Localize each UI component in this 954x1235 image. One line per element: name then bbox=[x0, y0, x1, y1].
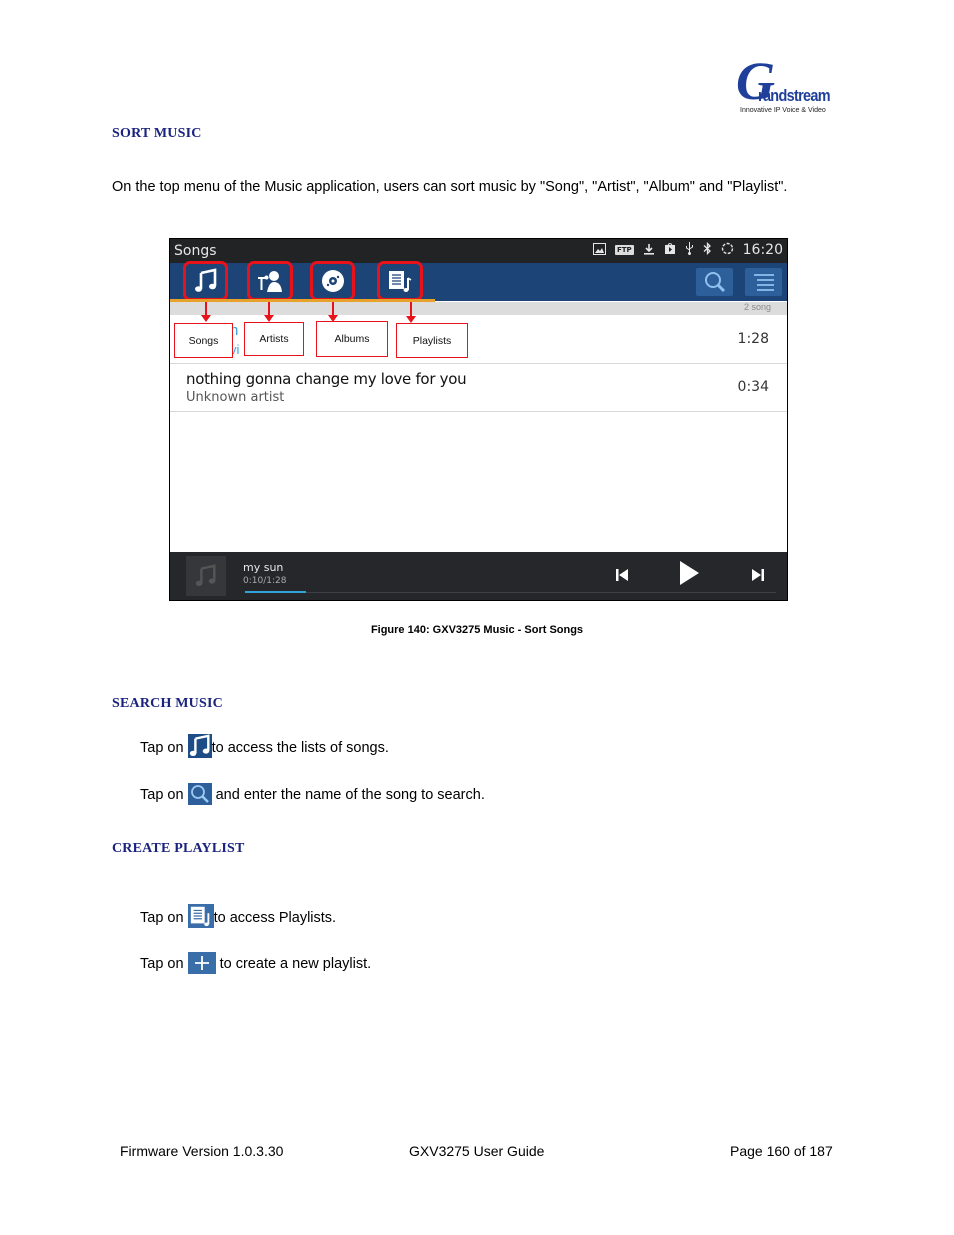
app-title: Songs bbox=[174, 243, 217, 259]
usb-icon bbox=[685, 242, 694, 258]
step-suffix: to access Playlists. bbox=[213, 910, 337, 926]
callout-arrow-albums bbox=[329, 302, 337, 322]
store-icon bbox=[664, 242, 676, 258]
footer-page-number: Page 160 of 187 bbox=[730, 1143, 833, 1159]
logo-wordmark: randstream bbox=[758, 86, 831, 105]
heading-sort-music: SORT MUSIC bbox=[112, 126, 202, 141]
music-note-icon bbox=[195, 564, 216, 586]
tab-toolbar bbox=[170, 261, 787, 301]
progress-track[interactable] bbox=[245, 592, 776, 593]
tab-playlists[interactable] bbox=[377, 261, 423, 301]
album-icon bbox=[321, 270, 344, 292]
music-note-icon bbox=[187, 734, 212, 758]
callout-songs: Songs bbox=[174, 323, 233, 358]
grandstream-logo: G randstream Innovative IP Voice & Video bbox=[736, 54, 836, 118]
status-bar: Songs FTP 16:20 bbox=[170, 239, 787, 263]
song-count-bar: 2 song bbox=[170, 302, 787, 315]
tab-albums[interactable] bbox=[310, 261, 355, 301]
callout-arrow-playlists bbox=[407, 302, 415, 323]
song-duration: 1:28 bbox=[737, 331, 769, 347]
download-icon bbox=[643, 243, 655, 258]
song-duration: 0:34 bbox=[737, 379, 769, 395]
figure-caption: Figure 140: GXV3275 Music - Sort Songs bbox=[370, 624, 584, 636]
step-suffix: to access the lists of songs. bbox=[211, 740, 389, 756]
footer-firmware: Firmware Version 1.0.3.30 bbox=[120, 1143, 284, 1159]
heading-create-playlist: CREATE PLAYLIST bbox=[112, 841, 245, 856]
footer-guide-title: GXV3275 User Guide bbox=[409, 1143, 545, 1159]
skip-next-icon bbox=[752, 569, 764, 581]
song-count: 2 song bbox=[743, 302, 771, 312]
search-step-2: Tap on and enter the name of the song to… bbox=[140, 783, 485, 805]
callout-arrow-artists bbox=[265, 302, 273, 322]
next-button[interactable] bbox=[746, 563, 770, 587]
callout-albums: Albums bbox=[316, 321, 388, 357]
step-prefix: Tap on bbox=[140, 956, 184, 972]
bluetooth-icon bbox=[703, 241, 712, 258]
play-icon bbox=[680, 561, 699, 585]
step-suffix: to create a new playlist. bbox=[219, 956, 372, 972]
playlist-step-2: Tap on to create a new playlist. bbox=[140, 952, 371, 974]
menu-button[interactable] bbox=[745, 268, 782, 296]
playlist-icon bbox=[187, 904, 214, 928]
player-title: my sun bbox=[243, 561, 284, 574]
step-prefix: Tap on bbox=[140, 740, 184, 756]
status-icons: FTP 16:20 bbox=[592, 241, 783, 258]
step-prefix: Tap on bbox=[140, 787, 184, 803]
plus-icon bbox=[187, 952, 216, 974]
step-suffix: and enter the name of the song to search… bbox=[215, 787, 485, 803]
playlist-step-1: Tap on to access Playlists. bbox=[140, 904, 336, 928]
album-art bbox=[186, 556, 226, 596]
music-note-icon bbox=[194, 268, 216, 292]
skip-previous-icon bbox=[616, 569, 628, 581]
music-app-screenshot: Songs FTP 16:20 2 song n vi 1:28 nothing… bbox=[169, 238, 788, 601]
ftp-icon: FTP bbox=[614, 245, 634, 255]
image-icon bbox=[592, 242, 606, 258]
step-prefix: Tap on bbox=[140, 910, 184, 926]
play-button[interactable] bbox=[674, 558, 704, 588]
search-icon bbox=[187, 783, 212, 805]
callout-artists: Artists bbox=[244, 322, 304, 356]
previous-button[interactable] bbox=[610, 563, 634, 587]
logo-tagline: Innovative IP Voice & Video bbox=[740, 107, 826, 114]
tab-artists[interactable] bbox=[247, 261, 293, 301]
clock: 16:20 bbox=[742, 242, 783, 258]
callout-arrow-songs bbox=[202, 302, 210, 322]
progress-fill bbox=[245, 591, 306, 593]
song-artist: Unknown artist bbox=[186, 390, 285, 405]
sync-icon bbox=[721, 242, 734, 258]
search-step-1: Tap on to access the lists of songs. bbox=[140, 734, 389, 758]
playlist-icon bbox=[389, 271, 412, 292]
search-icon bbox=[704, 272, 725, 293]
artist-icon bbox=[258, 271, 282, 292]
callout-playlists: Playlists bbox=[396, 323, 468, 358]
now-playing-bar: my sun 0:10/1:28 bbox=[170, 552, 787, 600]
tab-songs[interactable] bbox=[183, 261, 228, 301]
search-button[interactable] bbox=[696, 268, 733, 296]
heading-search-music: SEARCH MUSIC bbox=[112, 696, 223, 711]
song-title: nothing gonna change my love for you bbox=[186, 370, 467, 388]
song-row[interactable]: nothing gonna change my love for you Unk… bbox=[170, 363, 787, 412]
menu-icon bbox=[753, 274, 774, 291]
sort-music-paragraph: On the top menu of the Music application… bbox=[112, 179, 788, 195]
player-time: 0:10/1:28 bbox=[243, 576, 287, 586]
